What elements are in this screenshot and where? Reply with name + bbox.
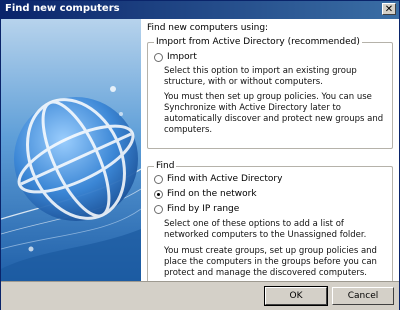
find-ip-radio[interactable]: Find by IP range — [154, 204, 239, 214]
radio-icon[interactable] — [154, 174, 163, 184]
find-ad-radio[interactable]: Find with Active Directory — [154, 174, 282, 184]
radio-icon[interactable] — [154, 204, 163, 214]
import-radio-label[interactable]: Import — [167, 52, 197, 62]
dialog-body: Find new computers using: Import from Ac… — [1, 19, 399, 310]
intro-heading: Find new computers using: — [147, 23, 269, 33]
import-description-2: You must then set up group policies. You… — [164, 92, 384, 135]
find-description-2: You must create groups, set up group pol… — [164, 246, 377, 278]
ok-button[interactable]: OK — [264, 286, 328, 306]
find-group-legend: Find — [156, 161, 175, 171]
import-radio[interactable]: Import — [154, 52, 197, 62]
dialog-window: Find new computers ✕ Find new computers … — [0, 0, 400, 310]
import-description-1: Select this option to import an existing… — [164, 66, 357, 87]
import-group-legend: Import from Active Directory (recommende… — [156, 37, 360, 47]
window-title: Find new computers — [5, 3, 120, 14]
close-button[interactable]: ✕ — [382, 3, 396, 15]
decorative-globe-image — [1, 19, 141, 281]
title-bar[interactable]: Find new computers ✕ — [1, 1, 399, 19]
button-bar: OK Cancel — [1, 281, 399, 310]
options-panel: Find new computers using: Import from Ac… — [147, 23, 393, 289]
find-group: Find Find with Active Directory Find on … — [147, 161, 393, 289]
find-description-1: Select one of these options to add a lis… — [164, 219, 367, 240]
import-group: Import from Active Directory (recommende… — [147, 37, 393, 149]
cancel-button[interactable]: Cancel — [332, 287, 394, 305]
find-network-label[interactable]: Find on the network — [167, 189, 257, 199]
find-network-radio[interactable]: Find on the network — [154, 189, 257, 199]
radio-selected-icon[interactable] — [154, 189, 163, 199]
radio-icon[interactable] — [154, 52, 163, 62]
find-ip-label[interactable]: Find by IP range — [167, 204, 239, 214]
find-ad-label[interactable]: Find with Active Directory — [167, 174, 282, 184]
